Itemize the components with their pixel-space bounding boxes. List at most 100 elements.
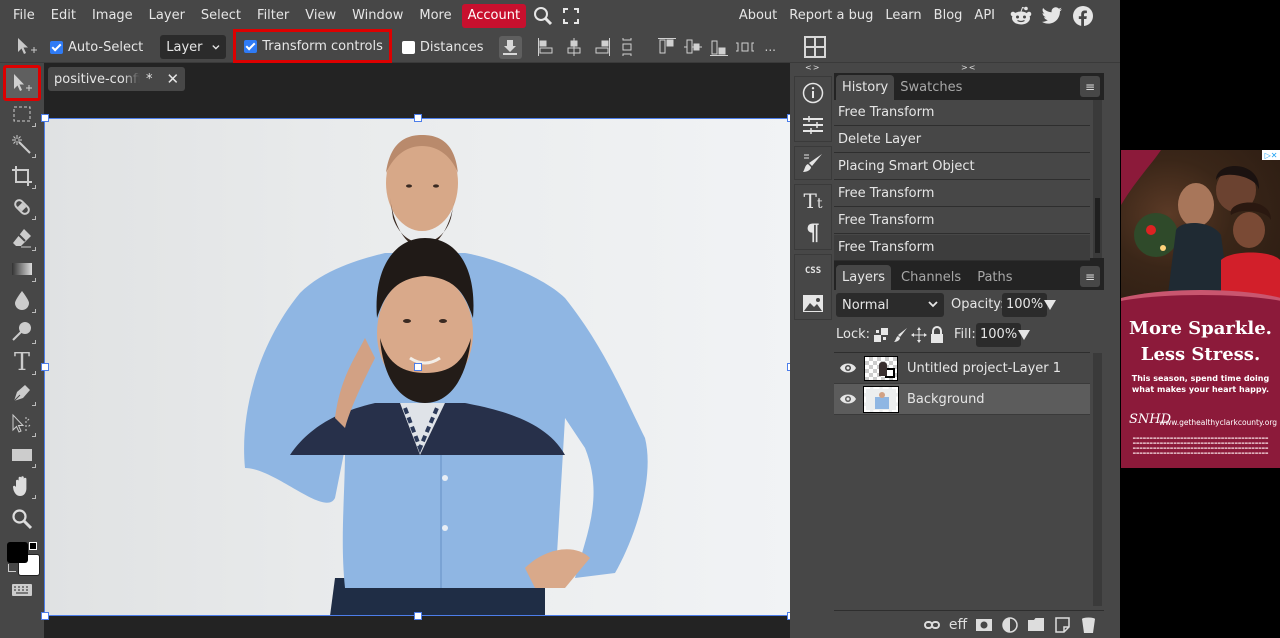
css-icon[interactable]: CSS — [795, 255, 831, 287]
layer-row[interactable]: Untitled project-Layer 1 — [834, 353, 1090, 384]
menu-more[interactable]: More — [411, 4, 459, 28]
dodge-tool[interactable] — [6, 316, 38, 346]
transform-handle-bottom[interactable] — [414, 612, 422, 620]
visibility-eye-icon[interactable] — [834, 362, 862, 374]
history-item[interactable]: Delete Layer — [834, 127, 1090, 153]
history-item[interactable]: Free Transform — [834, 208, 1090, 234]
align-bottom-icon[interactable] — [709, 37, 729, 57]
link-api[interactable]: API — [968, 4, 1001, 28]
history-item[interactable]: Free Transform — [834, 181, 1090, 207]
effects-icon[interactable]: eff — [948, 615, 968, 635]
menu-layer[interactable]: Layer — [141, 4, 193, 28]
twitter-icon[interactable] — [1041, 5, 1063, 27]
tab-swatches[interactable]: Swatches — [894, 75, 968, 100]
align-top-icon[interactable] — [657, 37, 677, 57]
lock-transparency-icon[interactable] — [874, 328, 888, 346]
character-icon[interactable]: Tt — [795, 185, 831, 217]
grid-layout-icon[interactable] — [803, 36, 826, 58]
auto-select-target-dropdown[interactable]: Layer — [160, 35, 227, 59]
fill-slider-toggle[interactable] — [1018, 330, 1030, 340]
folder-icon[interactable] — [1026, 615, 1046, 635]
account-button[interactable]: Account — [461, 4, 527, 28]
history-panel-menu-icon[interactable]: ≡ — [1080, 76, 1100, 97]
auto-select-checkbox[interactable]: Auto-Select — [50, 40, 143, 55]
info-icon[interactable] — [795, 77, 831, 109]
fill-input[interactable]: 100% — [976, 323, 1022, 347]
transform-handle-top-left[interactable] — [41, 114, 49, 122]
link-learn[interactable]: Learn — [879, 4, 927, 28]
default-colors-icon[interactable] — [29, 542, 37, 550]
paragraph-icon[interactable]: ¶ — [795, 217, 831, 249]
link-icon[interactable] — [922, 615, 942, 635]
transform-handle-top[interactable] — [414, 114, 422, 122]
menu-window[interactable]: Window — [344, 4, 411, 28]
eraser-tool[interactable] — [6, 223, 38, 253]
align-left-icon[interactable] — [537, 37, 555, 57]
link-about[interactable]: About — [733, 4, 783, 28]
distances-checkbox[interactable]: Distances — [401, 40, 484, 55]
download-icon[interactable] — [498, 35, 522, 59]
image-icon[interactable] — [795, 287, 831, 319]
trash-icon[interactable] — [1078, 615, 1098, 635]
new-layer-icon[interactable] — [1052, 615, 1072, 635]
menu-image[interactable]: Image — [84, 4, 141, 28]
adjustment-layer-icon[interactable] — [1000, 615, 1020, 635]
transform-center-point[interactable] — [414, 363, 422, 371]
shape-tool[interactable] — [6, 440, 38, 470]
transform-handle-bottom-left[interactable] — [41, 612, 49, 620]
search-icon[interactable] — [532, 5, 554, 27]
foreground-color-swatch[interactable] — [7, 542, 28, 563]
expand-panels-toggle[interactable]: <> — [805, 63, 820, 72]
zoom-tool[interactable] — [6, 504, 38, 534]
collapse-panels-toggle[interactable]: >< — [961, 63, 976, 72]
menu-file[interactable]: File — [0, 4, 43, 28]
tab-history[interactable]: History — [836, 75, 895, 100]
align-center-h-icon[interactable] — [565, 37, 583, 57]
facebook-icon[interactable] — [1072, 5, 1094, 27]
opacity-input[interactable]: 100% — [1002, 293, 1048, 317]
crop-tool[interactable] — [6, 161, 38, 191]
blur-tool[interactable] — [6, 285, 38, 315]
path-select-tool[interactable] — [6, 409, 38, 439]
pen-tool[interactable] — [6, 378, 38, 408]
align-right-icon[interactable] — [593, 37, 611, 57]
close-tab-icon[interactable]: ✕ — [167, 70, 180, 88]
document-tab[interactable]: positive-confident * ✕ — [48, 67, 185, 91]
history-item-current[interactable]: Free Transform — [834, 235, 1090, 261]
menu-edit[interactable]: Edit — [43, 4, 84, 28]
mask-icon[interactable] — [974, 615, 994, 635]
blend-mode-dropdown[interactable]: Normal — [836, 293, 944, 317]
marquee-tool[interactable] — [6, 99, 38, 129]
brush-settings-icon[interactable] — [795, 147, 831, 179]
healing-tool[interactable] — [6, 192, 38, 222]
link-blog[interactable]: Blog — [928, 4, 969, 28]
distribute-horizontal-icon[interactable] — [735, 41, 755, 53]
menu-view[interactable]: View — [297, 4, 344, 28]
lock-position-icon[interactable] — [911, 327, 927, 347]
type-tool[interactable]: T — [6, 347, 38, 377]
history-item[interactable]: Free Transform — [834, 100, 1090, 126]
move-tool[interactable] — [3, 65, 41, 101]
more-align-options[interactable]: ... — [765, 40, 776, 54]
layers-panel-menu-icon[interactable]: ≡ — [1080, 266, 1100, 287]
transform-handle-left[interactable] — [41, 363, 49, 371]
visibility-eye-icon[interactable] — [834, 393, 862, 405]
layer-row-selected[interactable]: Background — [834, 384, 1090, 415]
ad-choices-icon[interactable]: ▷✕ — [1262, 150, 1280, 160]
distribute-vertical-icon[interactable] — [621, 37, 633, 57]
history-scrollbar[interactable] — [1093, 100, 1102, 258]
layers-scrollbar[interactable] — [1093, 353, 1102, 606]
transform-controls-checkbox[interactable]: Transform controls — [233, 29, 392, 63]
reddit-icon[interactable] — [1010, 5, 1032, 27]
link-report-bug[interactable]: Report a bug — [783, 4, 879, 28]
keyboard-icon[interactable] — [6, 575, 38, 605]
lock-all-icon[interactable] — [930, 326, 944, 347]
history-scrollbar-thumb[interactable] — [1095, 198, 1100, 253]
history-item[interactable]: Placing Smart Object — [834, 154, 1090, 180]
opacity-slider-toggle[interactable] — [1044, 300, 1056, 310]
tab-channels[interactable]: Channels — [895, 265, 967, 290]
adjustments-icon[interactable] — [795, 109, 831, 141]
magic-wand-tool[interactable] — [6, 130, 38, 160]
gradient-tool[interactable] — [6, 254, 38, 284]
menu-filter[interactable]: Filter — [249, 4, 297, 28]
